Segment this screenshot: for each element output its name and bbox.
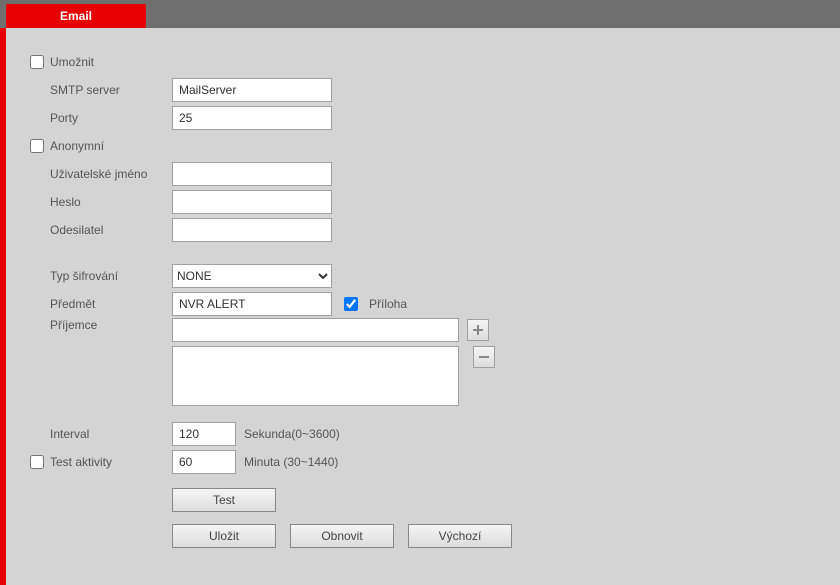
enable-checkbox[interactable]	[30, 55, 44, 69]
enable-label: Umožnit	[50, 55, 172, 69]
test-button[interactable]: Test	[172, 488, 276, 512]
add-recipient-button[interactable]	[467, 319, 489, 341]
health-label: Test aktivity	[50, 455, 172, 469]
remove-recipient-button[interactable]	[473, 346, 495, 368]
sender-input[interactable]	[172, 218, 332, 242]
refresh-button[interactable]: Obnovit	[290, 524, 394, 548]
health-input[interactable]	[172, 450, 236, 474]
username-label: Uživatelské jméno	[50, 167, 172, 181]
interval-label: Interval	[50, 427, 172, 441]
recipient-label: Příjemce	[50, 318, 172, 332]
subject-label: Předmět	[50, 297, 172, 311]
anonymous-checkbox[interactable]	[30, 139, 44, 153]
health-unit: Minuta (30~1440)	[244, 455, 338, 469]
health-checkbox[interactable]	[30, 455, 44, 469]
subject-input[interactable]	[172, 292, 332, 316]
email-form: Umožnit SMTP server Porty Anonymní Uživa…	[6, 28, 840, 585]
recipient-input[interactable]	[172, 318, 459, 342]
tab-email[interactable]: Email	[6, 4, 146, 28]
default-button[interactable]: Výchozí	[408, 524, 512, 548]
password-label: Heslo	[50, 195, 172, 209]
interval-input[interactable]	[172, 422, 236, 446]
save-button[interactable]: Uložit	[172, 524, 276, 548]
encryption-select[interactable]: NONE	[172, 264, 332, 288]
sender-label: Odesilatel	[50, 223, 172, 237]
port-label: Porty	[50, 111, 172, 125]
recipient-list[interactable]	[172, 346, 459, 406]
anonymous-label: Anonymní	[50, 139, 172, 153]
password-input[interactable]	[172, 190, 332, 214]
interval-unit: Sekunda(0~3600)	[244, 427, 340, 441]
encryption-label: Typ šifrování	[50, 269, 172, 283]
attachment-label: Příloha	[369, 297, 407, 311]
attachment-checkbox[interactable]	[344, 297, 358, 311]
username-input[interactable]	[172, 162, 332, 186]
port-input[interactable]	[172, 106, 332, 130]
smtp-label: SMTP server	[50, 83, 172, 97]
smtp-input[interactable]	[172, 78, 332, 102]
